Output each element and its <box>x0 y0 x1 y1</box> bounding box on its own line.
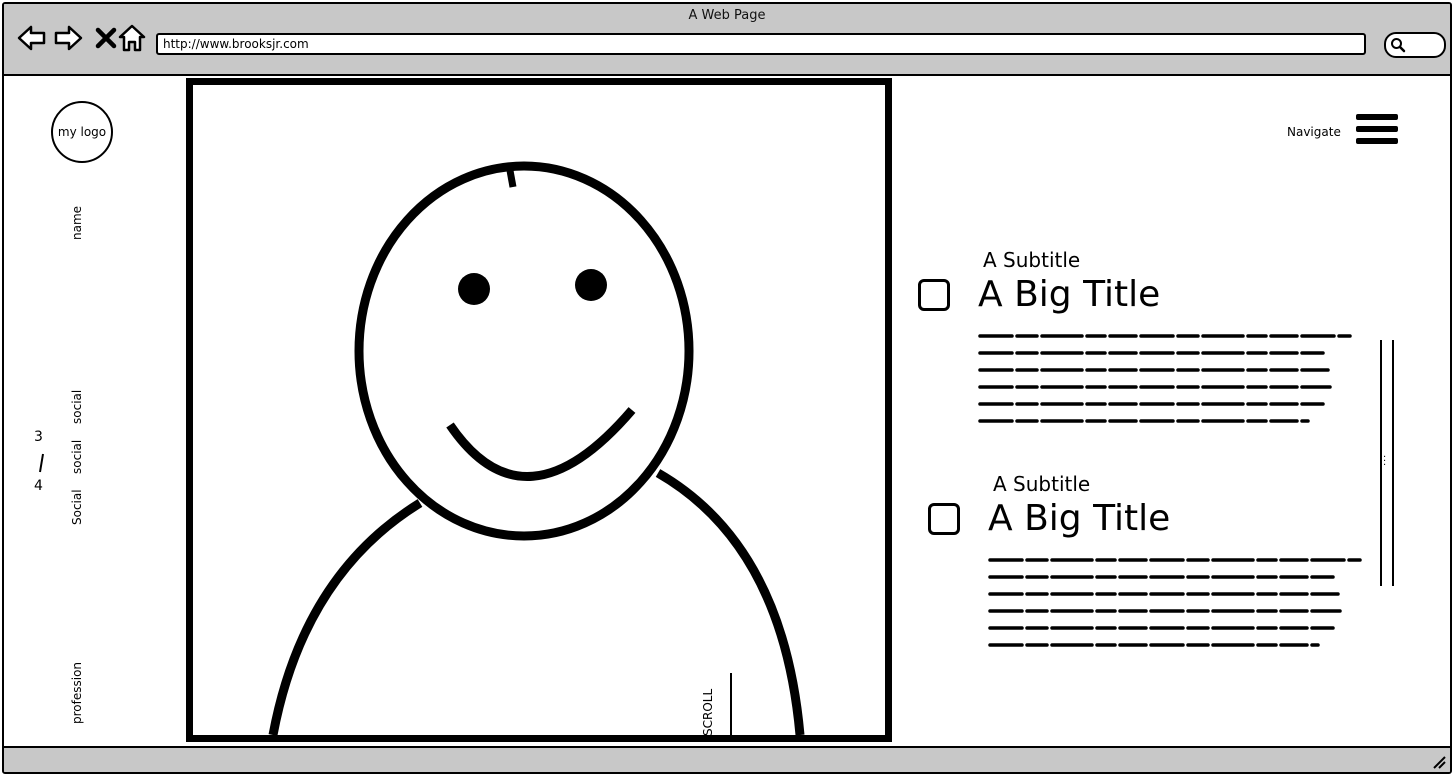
name-label: name <box>70 205 84 240</box>
home-icon[interactable] <box>116 22 148 54</box>
scroll-label: SCROLL <box>701 688 715 736</box>
back-arrow-icon[interactable] <box>16 22 48 54</box>
article-title: A Big Title <box>978 274 1161 315</box>
article-subtitle: A Subtitle <box>983 248 1081 272</box>
navigate-label[interactable]: Navigate <box>1287 125 1341 139</box>
pager-total: 4 <box>34 478 43 494</box>
url-input[interactable]: http://www.brooksjr.com <box>156 33 1366 55</box>
pager-separator <box>39 453 44 473</box>
article-subtitle: A Subtitle <box>993 472 1091 496</box>
search-field[interactable] <box>1384 32 1446 58</box>
status-bar <box>4 746 1450 772</box>
scrollbar[interactable]: · · · <box>1380 340 1394 586</box>
article-title: A Big Title <box>988 498 1171 539</box>
browser-window: A Web Page http://www.brooksjr.com my lo… <box>2 2 1452 774</box>
social-link-1[interactable]: social <box>70 390 84 424</box>
menu-bar <box>1356 114 1398 120</box>
search-icon <box>1391 38 1406 53</box>
social-link-3[interactable]: Social <box>70 489 84 525</box>
resize-grip-icon[interactable] <box>1432 755 1446 769</box>
hamburger-menu-icon[interactable] <box>1356 114 1398 150</box>
logo-label: my logo <box>57 125 107 139</box>
person-illustration <box>268 161 805 735</box>
article-checkbox[interactable] <box>918 279 950 311</box>
article-body-text <box>978 334 1352 423</box>
logo[interactable]: my logo <box>51 101 113 163</box>
profession-label: profession <box>70 661 84 724</box>
article-body-text <box>988 558 1362 647</box>
title-bar: A Web Page http://www.brooksjr.com <box>4 4 1450 76</box>
pager-current: 3 <box>34 429 43 445</box>
menu-bar <box>1356 138 1398 144</box>
hero-image <box>186 78 892 742</box>
article-checkbox[interactable] <box>928 503 960 535</box>
window-title: A Web Page <box>688 8 766 23</box>
social-link-2[interactable]: social <box>70 440 84 474</box>
menu-bar <box>1356 126 1398 132</box>
forward-arrow-icon[interactable] <box>52 22 84 54</box>
scrollbar-thumb[interactable]: · · · <box>1383 453 1386 471</box>
